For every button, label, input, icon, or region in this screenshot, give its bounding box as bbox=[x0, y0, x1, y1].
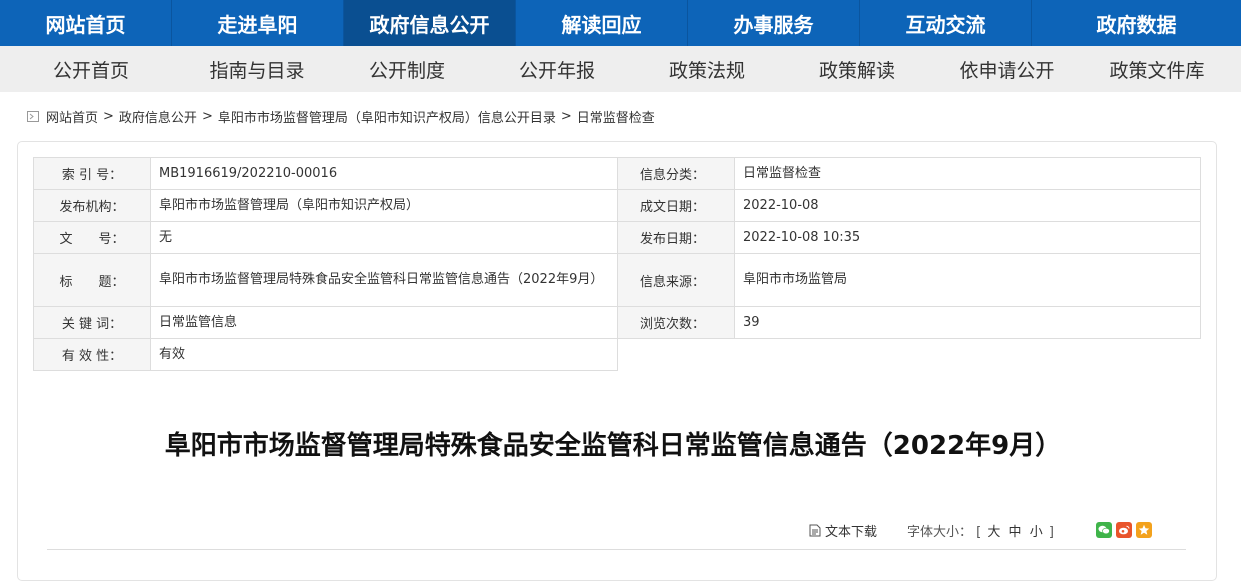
topnav-interaction[interactable]: 互动交流 bbox=[860, 0, 1032, 46]
created-date-value: 2022-10-08 bbox=[734, 189, 1201, 222]
document-icon bbox=[809, 524, 821, 537]
index-value: MB1916619/202210-00016 bbox=[150, 157, 618, 190]
category-label: 信息分类： bbox=[617, 157, 735, 190]
meta-row: 标 题： 阜阳市市场监督管理局特殊食品安全监管科日常监管信息通告（2022年9月… bbox=[33, 253, 1201, 307]
download-button[interactable]: 文本下载 bbox=[809, 521, 877, 540]
title-label: 标 题： bbox=[33, 253, 151, 307]
doc-number-value: 无 bbox=[150, 221, 618, 254]
font-size-label: 字体大小： bbox=[907, 525, 973, 540]
views-label: 浏览次数： bbox=[617, 306, 735, 339]
title-value: 阜阳市市场监督管理局特殊食品安全监管科日常监管信息通告（2022年9月） bbox=[150, 253, 618, 307]
topnav-gov-info[interactable]: 政府信息公开 bbox=[344, 0, 516, 46]
breadcrumb-gov-info[interactable]: 政府信息公开 bbox=[119, 107, 197, 126]
meta-row: 发布机构： 阜阳市市场监督管理局（阜阳市知识产权局） 成文日期： 2022-10… bbox=[33, 189, 1201, 222]
views-value: 39 bbox=[734, 306, 1201, 339]
source-value: 阜阳市市场监管局 bbox=[734, 253, 1201, 307]
breadcrumb: 网站首页 > 政府信息公开 > 阜阳市市场监督管理局（阜阳市知识产权局）信息公开… bbox=[27, 107, 655, 126]
source-label: 信息来源： bbox=[617, 253, 735, 307]
empty-cell bbox=[618, 339, 1201, 371]
font-size-bracket-close: ] bbox=[1048, 525, 1054, 540]
meta-table: 索 引 号： MB1916619/202210-00016 信息分类： 日常监督… bbox=[33, 157, 1201, 371]
subnav-annual-report[interactable]: 公开年报 bbox=[482, 46, 632, 92]
subnav-policy-law[interactable]: 政策法规 bbox=[632, 46, 782, 92]
created-date-label: 成文日期： bbox=[617, 189, 735, 222]
font-small-button[interactable]: 小 bbox=[1030, 525, 1043, 540]
subnav-public-home[interactable]: 公开首页 bbox=[0, 46, 182, 92]
top-nav: 网站首页 走进阜阳 政府信息公开 解读回应 办事服务 互动交流 政府数据 bbox=[0, 0, 1241, 46]
subnav-guide[interactable]: 指南与目录 bbox=[182, 46, 332, 92]
article-tools: 文本下载 字体大小： [ 大 中 小 ] bbox=[809, 521, 1054, 540]
location-icon bbox=[27, 111, 39, 122]
topnav-home[interactable]: 网站首页 bbox=[0, 0, 172, 46]
publisher-label: 发布机构： bbox=[33, 189, 151, 222]
divider bbox=[47, 549, 1186, 550]
validity-value: 有效 bbox=[150, 338, 618, 371]
sub-nav: 公开首页 指南与目录 公开制度 公开年报 政策法规 政策解读 依申请公开 政策文… bbox=[0, 46, 1241, 92]
topnav-about-fuyang[interactable]: 走进阜阳 bbox=[172, 0, 344, 46]
breadcrumb-catalog[interactable]: 阜阳市市场监督管理局（阜阳市知识产权局）信息公开目录 bbox=[218, 107, 556, 126]
meta-row: 关 键 词： 日常监管信息 浏览次数： 39 bbox=[33, 306, 1201, 339]
publish-date-label: 发布日期： bbox=[617, 221, 735, 254]
topnav-interpretation[interactable]: 解读回应 bbox=[516, 0, 688, 46]
meta-row: 索 引 号： MB1916619/202210-00016 信息分类： 日常监督… bbox=[33, 157, 1201, 190]
weibo-share-icon[interactable] bbox=[1116, 522, 1132, 538]
breadcrumb-home[interactable]: 网站首页 bbox=[46, 107, 98, 126]
breadcrumb-separator: > bbox=[201, 109, 213, 124]
topnav-services[interactable]: 办事服务 bbox=[688, 0, 860, 46]
doc-number-label: 文 号： bbox=[33, 221, 151, 254]
breadcrumb-current[interactable]: 日常监督检查 bbox=[577, 107, 655, 126]
category-value: 日常监督检查 bbox=[734, 157, 1201, 190]
breadcrumb-separator: > bbox=[560, 109, 572, 124]
subnav-policy-interpret[interactable]: 政策解读 bbox=[782, 46, 932, 92]
font-medium-button[interactable]: 中 bbox=[1009, 525, 1022, 540]
publish-date-value: 2022-10-08 10:35 bbox=[734, 221, 1201, 254]
keywords-value: 日常监管信息 bbox=[150, 306, 618, 339]
download-label: 文本下载 bbox=[825, 525, 878, 540]
subnav-system[interactable]: 公开制度 bbox=[332, 46, 482, 92]
share-buttons bbox=[1096, 522, 1152, 538]
font-size-control: 字体大小： [ 大 中 小 ] bbox=[907, 521, 1054, 540]
publisher-value: 阜阳市市场监督管理局（阜阳市知识产权局） bbox=[150, 189, 618, 222]
validity-label: 有 效 性： bbox=[33, 338, 151, 371]
qzone-share-icon[interactable] bbox=[1136, 522, 1152, 538]
topnav-gov-data[interactable]: 政府数据 bbox=[1032, 0, 1241, 46]
wechat-share-icon[interactable] bbox=[1096, 522, 1112, 538]
index-label: 索 引 号： bbox=[33, 157, 151, 190]
article-title: 阜阳市市场监督管理局特殊食品安全监管科日常监管信息通告（2022年9月） bbox=[164, 431, 1062, 461]
font-size-bracket-open: [ bbox=[976, 525, 982, 540]
meta-row: 有 效 性： 有效 bbox=[33, 338, 1201, 371]
meta-row: 文 号： 无 发布日期： 2022-10-08 10:35 bbox=[33, 221, 1201, 254]
subnav-policy-library[interactable]: 政策文件库 bbox=[1082, 46, 1232, 92]
breadcrumb-separator: > bbox=[103, 109, 114, 124]
keywords-label: 关 键 词： bbox=[33, 306, 151, 339]
subnav-apply-public[interactable]: 依申请公开 bbox=[932, 46, 1082, 92]
font-large-button[interactable]: 大 bbox=[987, 525, 1000, 540]
